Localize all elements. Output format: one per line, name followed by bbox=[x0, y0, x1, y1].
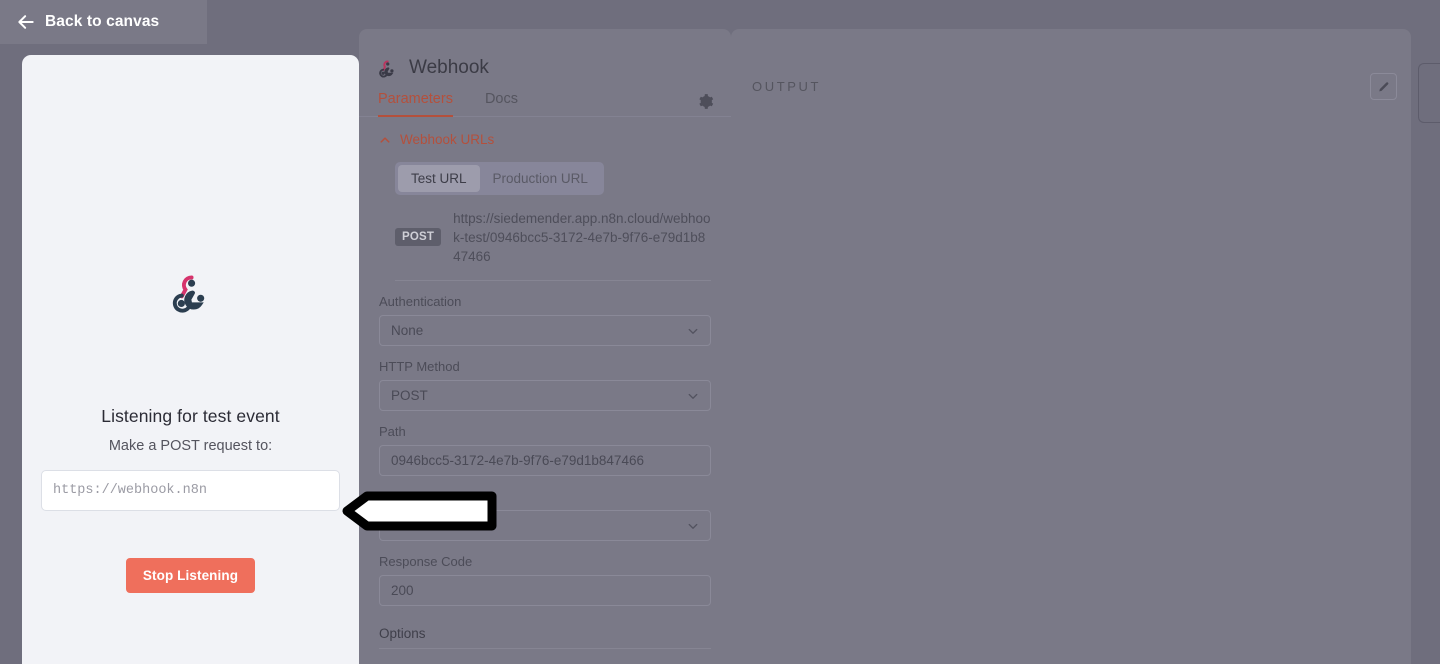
authentication-value: None bbox=[391, 323, 424, 338]
webhook-url-input[interactable]: https://webhook.n8n bbox=[41, 470, 340, 511]
chevron-down-icon bbox=[688, 328, 698, 334]
field-label-response-code: Response Code bbox=[379, 554, 473, 569]
pencil-icon bbox=[1378, 81, 1388, 91]
http-method-select[interactable]: POST bbox=[379, 380, 711, 411]
stop-listening-button[interactable]: Stop Listening bbox=[125, 558, 256, 593]
webhook-url-value: https://webhook.n8n bbox=[53, 483, 207, 498]
tab-docs[interactable]: Docs bbox=[485, 91, 518, 116]
webhook-url-row: POST https://siedemender.app.n8n.cloud/w… bbox=[395, 209, 711, 281]
webhook-icon bbox=[379, 59, 394, 77]
chevron-down-icon bbox=[688, 523, 698, 529]
field-path: Path 0946bcc5-3172-4e7b-9f76-e79d1b84746… bbox=[379, 424, 711, 476]
back-to-canvas-label: Back to canvas bbox=[45, 13, 160, 30]
response-code-value: 200 bbox=[391, 583, 414, 598]
back-to-canvas-button[interactable]: Back to canvas bbox=[0, 0, 207, 44]
field-label-respond: Respond bbox=[379, 489, 432, 504]
tab-parameters[interactable]: Parameters bbox=[378, 91, 453, 117]
output-panel: OUTPUT bbox=[731, 29, 1411, 664]
listening-subtitle: Make a POST request to: bbox=[108, 438, 273, 454]
edit-output-button[interactable] bbox=[1370, 73, 1397, 100]
node-panel-tabs: Parameters Docs bbox=[359, 85, 731, 117]
toggle-test-url[interactable]: Test URL bbox=[398, 165, 480, 192]
field-label-path: Path bbox=[379, 424, 406, 439]
respond-select[interactable] bbox=[379, 510, 711, 541]
authentication-select[interactable]: None bbox=[379, 315, 711, 346]
input-trigger-panel: Listening for test event Make a POST req… bbox=[22, 55, 359, 664]
listening-title: Listening for test event bbox=[101, 406, 280, 426]
canvas-edge-stub bbox=[1418, 63, 1440, 123]
options-header: Options bbox=[379, 626, 711, 649]
http-method-value: POST bbox=[391, 388, 428, 403]
path-value: 0946bcc5-3172-4e7b-9f76-e79d1b847466 bbox=[391, 453, 644, 468]
node-parameters-panel: Webhook Parameters Docs Webhook URLs Tes… bbox=[359, 29, 731, 664]
arrow-left-icon bbox=[18, 15, 34, 29]
field-authentication: Authentication None bbox=[379, 294, 711, 346]
output-panel-label: OUTPUT bbox=[752, 79, 822, 94]
url-mode-toggle: Test URL Production URL bbox=[395, 162, 604, 195]
node-parameters-body: Webhook URLs Test URL Production URL POS… bbox=[359, 132, 731, 664]
toggle-production-url[interactable]: Production URL bbox=[480, 165, 601, 192]
node-title: Webhook bbox=[409, 57, 489, 78]
node-panel-header: Webhook bbox=[359, 29, 731, 85]
field-respond: Respond bbox=[379, 489, 711, 541]
app-root: n8n Back to canvas Listening for test ev… bbox=[0, 0, 1440, 664]
gear-icon[interactable] bbox=[697, 93, 714, 110]
webhook-urls-section-label: Webhook URLs bbox=[400, 132, 495, 147]
field-response-code: Response Code 200 bbox=[379, 554, 711, 606]
webhook-url-text[interactable]: https://siedemender.app.n8n.cloud/webhoo… bbox=[453, 209, 711, 266]
chevron-up-icon bbox=[380, 136, 390, 143]
http-method-badge: POST bbox=[395, 228, 442, 246]
webhook-urls-section-header[interactable]: Webhook URLs bbox=[379, 132, 711, 147]
webhook-icon bbox=[172, 275, 204, 313]
field-http-method: HTTP Method POST bbox=[379, 359, 711, 411]
field-label-http-method: HTTP Method bbox=[379, 359, 460, 374]
path-input[interactable]: 0946bcc5-3172-4e7b-9f76-e79d1b847466 bbox=[379, 445, 711, 476]
chevron-down-icon bbox=[688, 393, 698, 399]
response-code-input[interactable]: 200 bbox=[379, 575, 711, 606]
field-label-authentication: Authentication bbox=[379, 294, 462, 309]
